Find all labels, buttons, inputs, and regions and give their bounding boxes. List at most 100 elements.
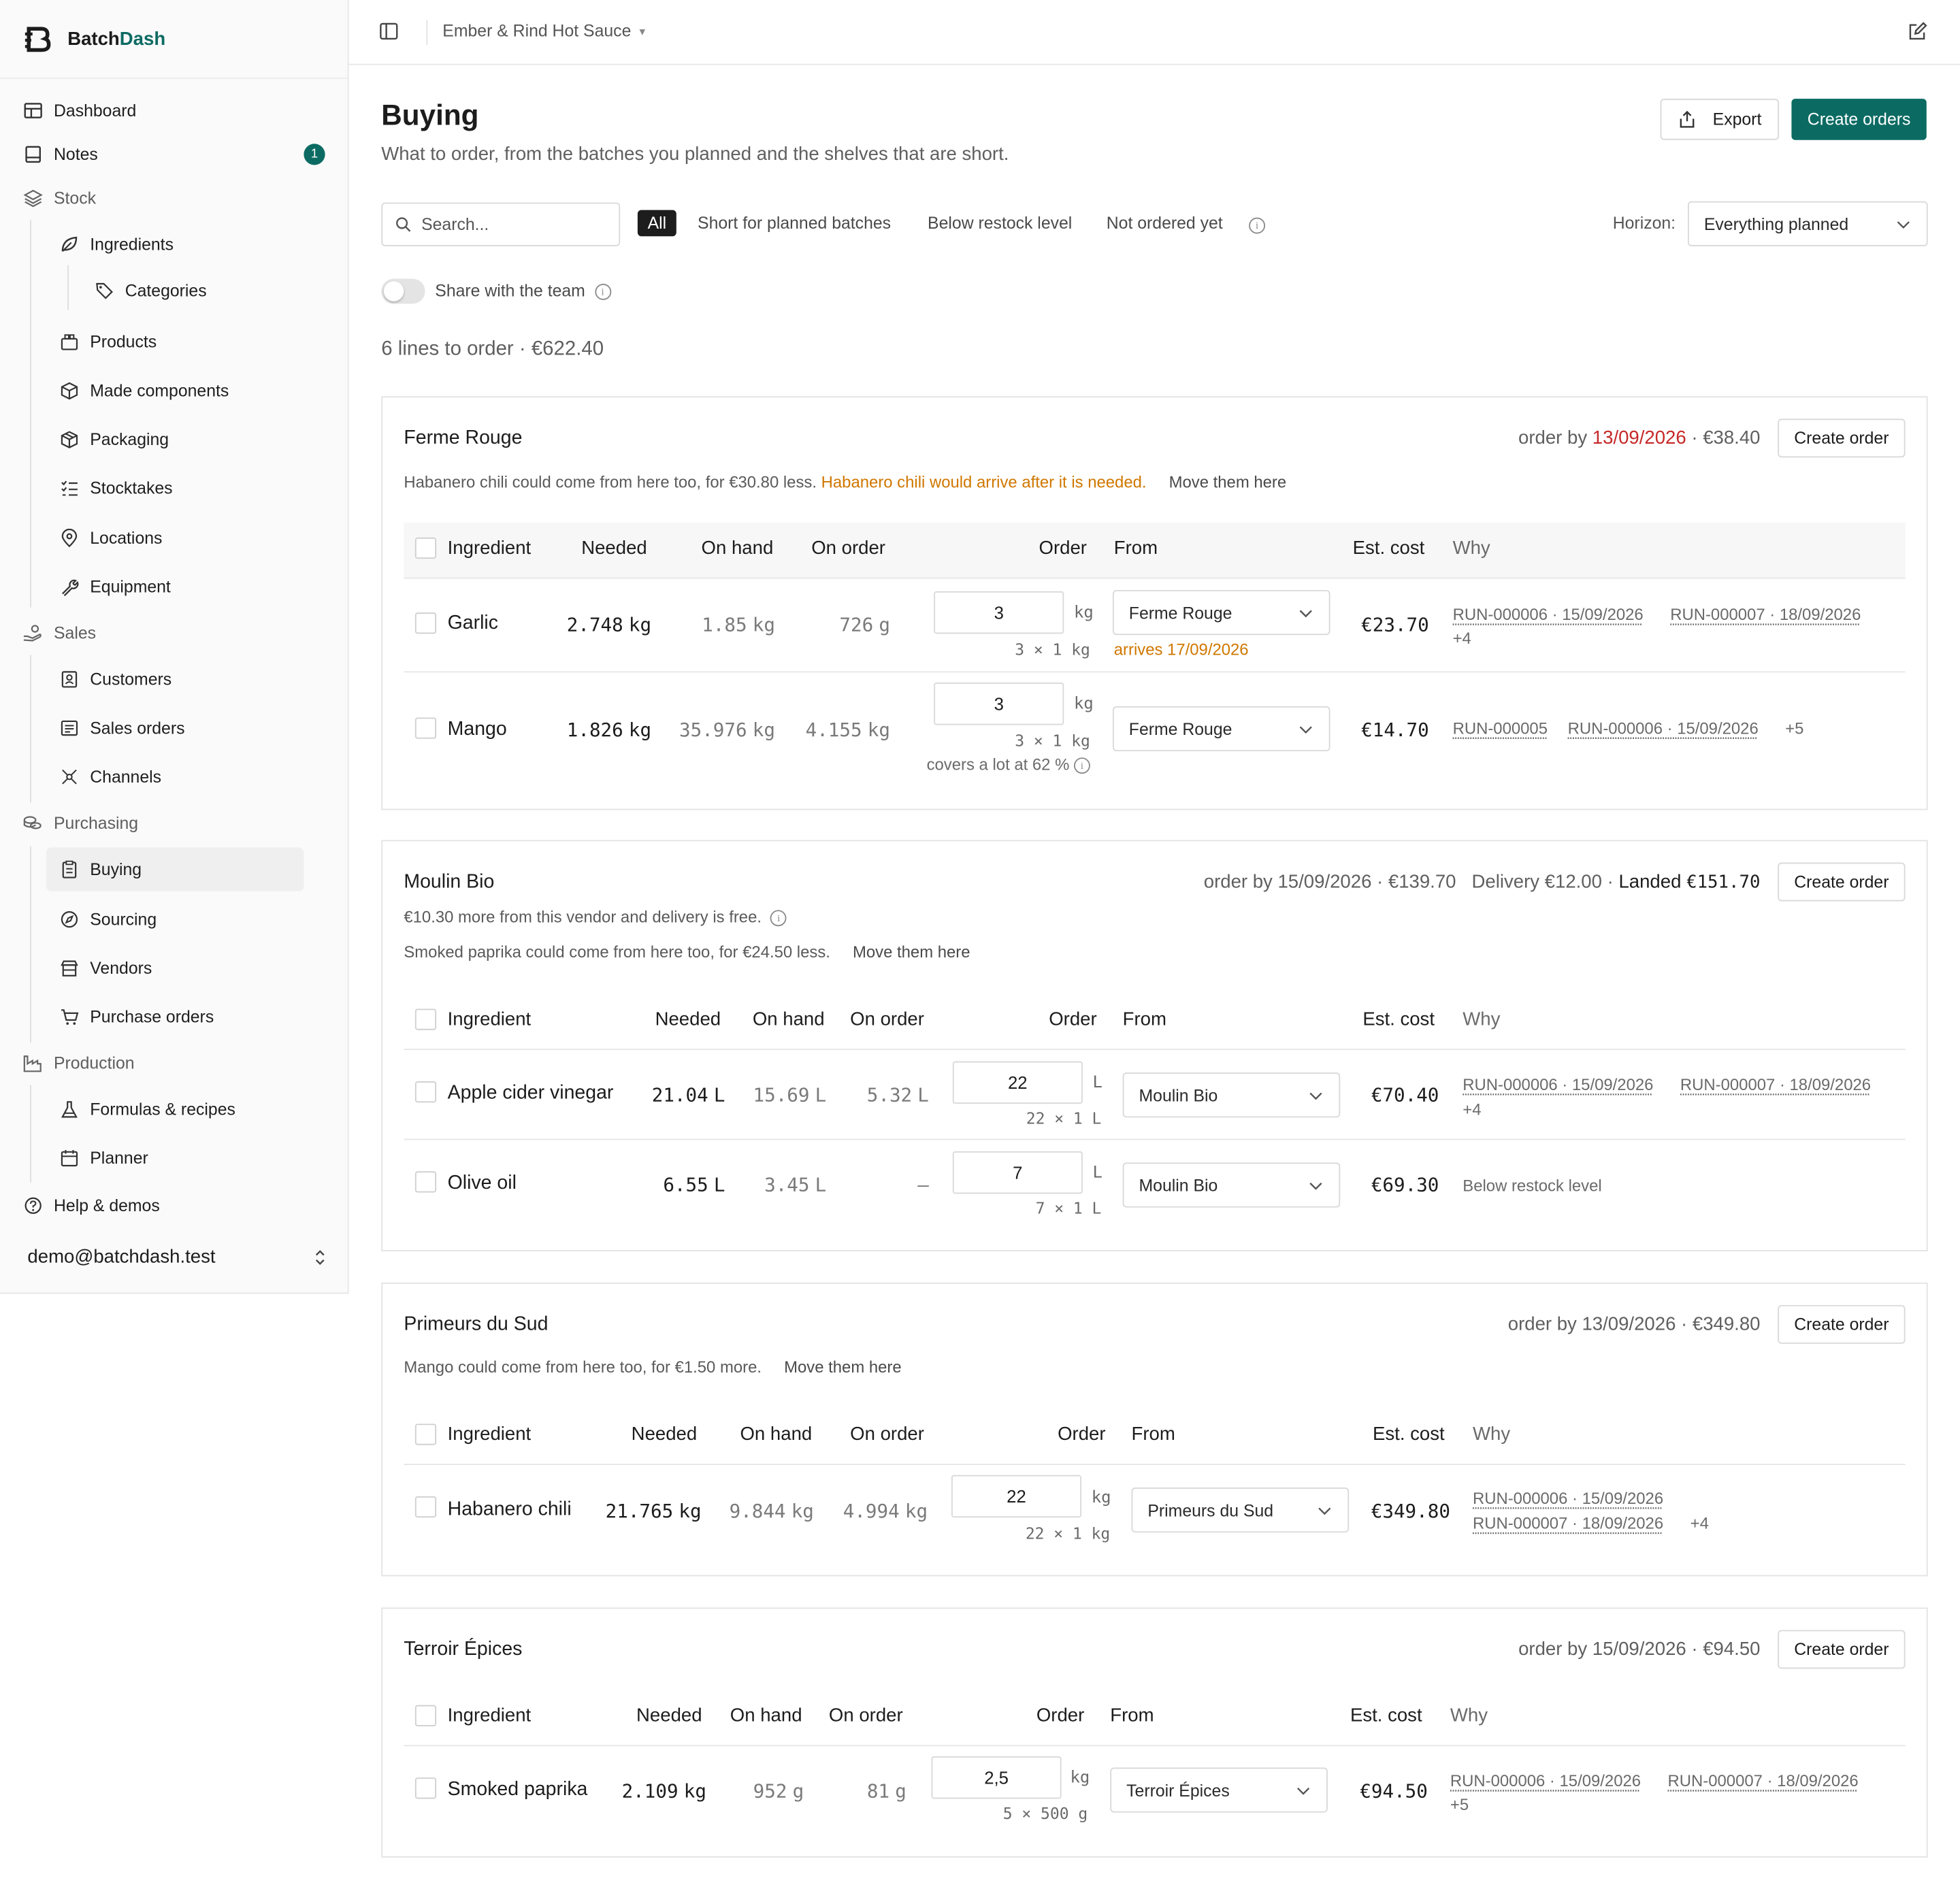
- order-quantity-input[interactable]: 3: [934, 683, 1064, 725]
- sidebar-item-formulas[interactable]: Formulas & recipes: [0, 1096, 348, 1121]
- row-checkbox[interactable]: [414, 1777, 437, 1799]
- vendor-select[interactable]: Ferme Rouge: [1112, 706, 1330, 752]
- sidebar-section-stock[interactable]: Stock: [0, 185, 348, 210]
- create-order-button[interactable]: Create order: [1778, 418, 1906, 458]
- sidebar-item-ingredients[interactable]: Ingredients: [0, 231, 348, 257]
- row-checkbox[interactable]: [414, 1171, 437, 1193]
- sidebar-section-production[interactable]: Production: [0, 1050, 348, 1075]
- run-link[interactable]: RUN-000006 · 15/09/2026: [1453, 605, 1644, 624]
- brand[interactable]: BatchDash: [0, 0, 348, 79]
- filter-below-restock[interactable]: Below restock level: [928, 214, 1072, 233]
- sidebar-item-buying[interactable]: Buying: [46, 847, 304, 891]
- select-all-checkbox[interactable]: [414, 1008, 437, 1030]
- horizon-select[interactable]: Everything planned: [1687, 201, 1928, 246]
- export-button[interactable]: Export: [1660, 99, 1780, 140]
- vendor-select[interactable]: Ferme Rouge: [1112, 590, 1330, 636]
- more-runs[interactable]: +4: [1453, 629, 1471, 648]
- sidebar-item-vendors[interactable]: Vendors: [0, 955, 348, 980]
- info-icon[interactable]: i: [770, 910, 787, 927]
- sidebar-item-dashboard[interactable]: Dashboard: [0, 97, 348, 122]
- sidebar-section-sales[interactable]: Sales: [0, 620, 348, 645]
- ingredient-name: Smoked paprika: [447, 1779, 588, 1801]
- sidebar-item-label: Purchase orders: [90, 1006, 214, 1026]
- sidebar-item-stocktakes[interactable]: Stocktakes: [0, 475, 348, 500]
- vendor-select[interactable]: Primeurs du Sud: [1131, 1488, 1350, 1533]
- filter-short[interactable]: Short for planned batches: [698, 214, 891, 233]
- user-menu[interactable]: demo@batchdash.test: [27, 1246, 327, 1268]
- cart-icon: [59, 1006, 78, 1026]
- sidebar-item-notes[interactable]: Notes 1: [0, 142, 348, 167]
- move-them-here-link[interactable]: Move them here: [1169, 472, 1287, 491]
- export-label: Export: [1712, 110, 1762, 129]
- workspace-switcher[interactable]: Ember & Rind Hot Sauce ▼: [442, 21, 647, 40]
- order-unit: kg: [1070, 1769, 1090, 1788]
- order-quantity-input[interactable]: 3: [934, 591, 1064, 634]
- vendor-note: Mango could come from here too, for €1.5…: [404, 1357, 902, 1377]
- more-runs[interactable]: +4: [1690, 1514, 1709, 1533]
- sidebar-item-made-components[interactable]: Made components: [0, 378, 348, 403]
- order-quantity-input[interactable]: 7: [952, 1151, 1083, 1194]
- clipboard-icon: [59, 859, 78, 879]
- more-runs[interactable]: +5: [1450, 1795, 1469, 1814]
- run-link[interactable]: RUN-000007 · 18/09/2026: [1473, 1514, 1663, 1533]
- share-toggle[interactable]: [381, 278, 425, 304]
- info-icon[interactable]: i: [1249, 215, 1266, 234]
- sidebar-item-categories[interactable]: Categories: [0, 278, 348, 303]
- order-by-info: order by 15/09/2026 · €139.70 Delivery €…: [1203, 871, 1761, 893]
- more-runs[interactable]: +5: [1785, 719, 1803, 738]
- sidebar-item-planner[interactable]: Planner: [0, 1145, 348, 1170]
- run-link[interactable]: RUN-000006 · 15/09/2026: [1450, 1771, 1641, 1790]
- sidebar-section-purchasing[interactable]: Purchasing: [0, 810, 348, 835]
- cube-icon: [59, 380, 78, 399]
- sidebar-item-locations[interactable]: Locations: [0, 525, 348, 551]
- order-quantity-input[interactable]: 2,5: [931, 1756, 1062, 1799]
- order-quantity-input[interactable]: 22: [951, 1475, 1082, 1518]
- row-checkbox[interactable]: [414, 612, 437, 634]
- info-icon[interactable]: i: [1073, 757, 1090, 774]
- run-link[interactable]: RUN-000007 · 18/09/2026: [1680, 1075, 1871, 1094]
- sidebar-item-customers[interactable]: Customers: [0, 666, 348, 691]
- edit-icon[interactable]: [1908, 21, 1927, 41]
- sidebar-item-sales-orders[interactable]: Sales orders: [0, 715, 348, 740]
- vendor-card-primeurs-du-sud: Primeurs du Sud order by 13/09/2026 · €3…: [381, 1282, 1928, 1577]
- move-them-here-link[interactable]: Move them here: [784, 1358, 902, 1377]
- sidebar-item-channels[interactable]: Channels: [0, 763, 348, 789]
- row-checkbox[interactable]: [414, 1081, 437, 1103]
- select-all-checkbox[interactable]: [414, 1424, 437, 1445]
- row-checkbox[interactable]: [414, 1496, 437, 1518]
- create-order-button[interactable]: Create order: [1778, 1630, 1906, 1669]
- sidebar-item-sourcing[interactable]: Sourcing: [0, 906, 348, 932]
- search-input[interactable]: Search...: [381, 202, 621, 246]
- run-link[interactable]: RUN-000007 · 18/09/2026: [1670, 605, 1861, 624]
- move-them-here-link[interactable]: Move them here: [853, 942, 970, 962]
- select-all-checkbox[interactable]: [414, 537, 437, 559]
- tag-icon: [94, 280, 114, 299]
- info-icon[interactable]: i: [594, 283, 611, 300]
- vendor-select[interactable]: Terroir Épices: [1110, 1767, 1328, 1813]
- run-link[interactable]: RUN-000006 · 15/09/2026: [1568, 719, 1759, 738]
- select-all-checkbox[interactable]: [414, 1705, 437, 1726]
- sidebar-item-help[interactable]: Help & demos: [0, 1192, 348, 1217]
- order-unit: kg: [1073, 604, 1094, 623]
- sidebar-item-equipment[interactable]: Equipment: [0, 574, 348, 599]
- filter-all[interactable]: All: [637, 210, 676, 237]
- create-order-button[interactable]: Create order: [1778, 862, 1906, 902]
- filter-not-ordered[interactable]: Not ordered yet: [1107, 214, 1223, 233]
- row-checkbox[interactable]: [414, 717, 437, 739]
- run-link[interactable]: RUN-000006 · 15/09/2026: [1463, 1075, 1653, 1094]
- more-runs[interactable]: +4: [1463, 1100, 1481, 1119]
- sidebar-item-products[interactable]: Products: [0, 329, 348, 354]
- run-link[interactable]: RUN-000006 · 15/09/2026: [1473, 1489, 1663, 1508]
- sidebar-item-packaging[interactable]: Packaging: [0, 426, 348, 451]
- vendor-select[interactable]: Moulin Bio: [1122, 1162, 1341, 1208]
- sidebar-item-purchase-orders[interactable]: Purchase orders: [0, 1004, 348, 1029]
- vendor-select[interactable]: Moulin Bio: [1122, 1072, 1341, 1118]
- sidebar-item-label: Locations: [90, 528, 163, 547]
- run-link[interactable]: RUN-000005: [1453, 719, 1548, 738]
- run-link[interactable]: RUN-000007 · 18/09/2026: [1668, 1771, 1859, 1790]
- order-quantity-input[interactable]: 22: [952, 1061, 1083, 1104]
- sidebar-toggle-icon[interactable]: [379, 21, 399, 41]
- create-order-button[interactable]: Create order: [1778, 1304, 1906, 1344]
- create-orders-button[interactable]: Create orders: [1791, 99, 1927, 140]
- sidebar-item-label: Equipment: [90, 576, 171, 596]
